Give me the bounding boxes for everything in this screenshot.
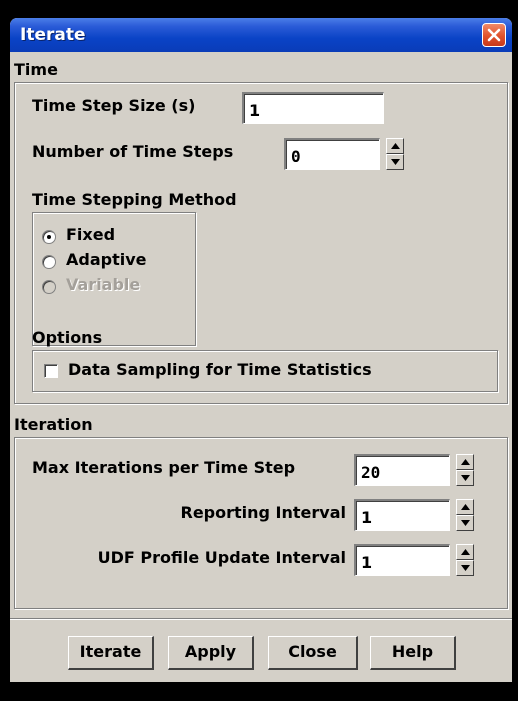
close-window-button[interactable] (482, 23, 506, 47)
max-iterations-spinner[interactable] (456, 454, 474, 486)
time-section-label: Time (14, 60, 58, 79)
arrow-down-icon (391, 159, 400, 165)
udf-profile-update-spinner[interactable] (456, 544, 474, 576)
apply-button[interactable]: Apply (168, 636, 254, 670)
title-bar[interactable]: Iterate (10, 18, 512, 52)
options-label: Options (32, 328, 103, 347)
dialog-content: Time Time Step Size (s) 1 Number of Time… (10, 52, 512, 682)
radio-variable-label: Variable (66, 275, 141, 294)
help-button[interactable]: Help (370, 636, 456, 670)
time-step-size-label: Time Step Size (s) (32, 96, 196, 115)
radio-variable (42, 280, 56, 294)
data-sampling-label[interactable]: Data Sampling for Time Statistics (68, 360, 372, 379)
spinner-up-button[interactable] (386, 138, 404, 154)
num-time-steps-input[interactable]: 0 (284, 138, 380, 170)
button-bar-separator (10, 618, 512, 620)
close-icon (487, 28, 501, 42)
max-iterations-label: Max Iterations per Time Step (32, 458, 296, 477)
time-stepping-method-label: Time Stepping Method (32, 190, 237, 209)
iterate-dialog: Iterate Time Time Step Size (s) 1 Number… (10, 18, 512, 682)
udf-profile-update-input[interactable]: 1 (354, 544, 450, 576)
spinner-down-button[interactable] (456, 515, 474, 531)
arrow-up-icon (461, 504, 470, 510)
spinner-down-button[interactable] (456, 560, 474, 576)
num-time-steps-spinner[interactable] (386, 138, 404, 170)
close-button[interactable]: Close (268, 636, 358, 670)
radio-fixed[interactable] (42, 230, 56, 244)
spinner-down-button[interactable] (456, 470, 474, 486)
spinner-up-button[interactable] (456, 544, 474, 560)
arrow-down-icon (461, 475, 470, 481)
radio-adaptive-label[interactable]: Adaptive (66, 250, 147, 269)
iterate-button[interactable]: Iterate (68, 636, 154, 670)
spinner-down-button[interactable] (386, 154, 404, 170)
max-iterations-input[interactable]: 20 (354, 454, 450, 486)
spinner-up-button[interactable] (456, 499, 474, 515)
arrow-up-icon (461, 549, 470, 555)
time-step-size-input[interactable]: 1 (242, 92, 384, 124)
reporting-interval-input[interactable]: 1 (354, 499, 450, 531)
data-sampling-checkbox[interactable] (44, 364, 58, 378)
udf-profile-update-label: UDF Profile Update Interval (97, 548, 346, 567)
radio-fixed-label[interactable]: Fixed (66, 225, 115, 244)
arrow-down-icon (461, 520, 470, 526)
arrow-up-icon (461, 459, 470, 465)
arrow-up-icon (391, 143, 400, 149)
reporting-interval-spinner[interactable] (456, 499, 474, 531)
window-title: Iterate (20, 25, 86, 45)
radio-adaptive[interactable] (42, 255, 56, 269)
num-time-steps-label: Number of Time Steps (32, 142, 234, 161)
reporting-interval-label: Reporting Interval (180, 503, 347, 522)
arrow-down-icon (461, 565, 470, 571)
iteration-section-label: Iteration (14, 415, 93, 434)
spinner-up-button[interactable] (456, 454, 474, 470)
